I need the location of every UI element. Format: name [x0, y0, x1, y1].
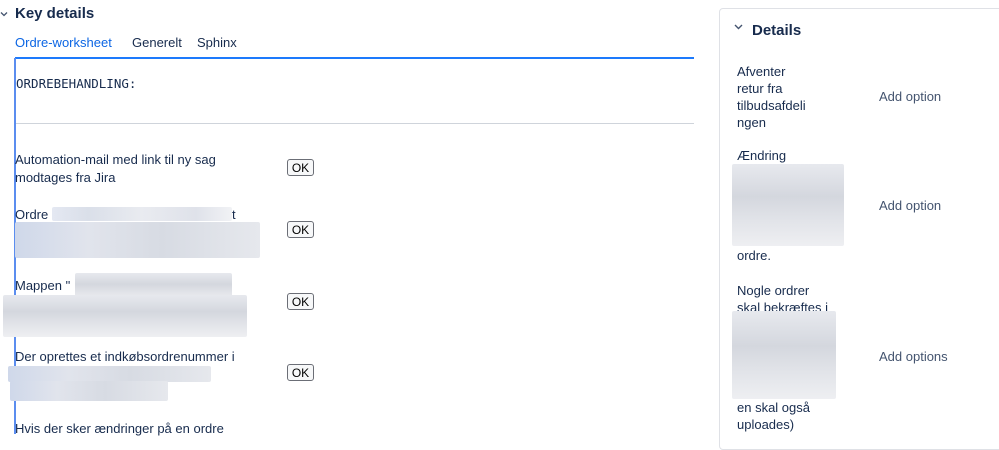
field-3-label-line: en skal også [737, 400, 810, 415]
redacted-region [10, 381, 168, 401]
row-2-ok-button[interactable]: OK [287, 221, 314, 238]
row-1-line1: Automation-mail med link til ny sag [15, 152, 216, 167]
redacted-region [732, 164, 844, 246]
redacted-region [52, 207, 232, 221]
field-2-add-option[interactable]: Add option [879, 198, 941, 213]
field-1-label-line: ngen [737, 115, 766, 130]
chevron-down-icon[interactable] [734, 22, 743, 34]
redacted-region [3, 295, 247, 337]
field-3-add-options[interactable]: Add options [879, 349, 948, 364]
details-panel: Details Afventer retur fra tilbudsafdeli… [719, 8, 999, 450]
row-1-text: Automation-mail med link til ny sag modt… [15, 151, 275, 187]
row-4-text: Der oprettes et indkøbsordrenummer i [15, 348, 275, 366]
row-5-text: Hvis der sker ændringer på en ordre [15, 420, 275, 438]
chevron-down-icon[interactable] [0, 9, 8, 19]
tab-ordre-worksheet[interactable]: Ordre-worksheet [15, 35, 112, 50]
redacted-region [732, 311, 836, 399]
row-4-line1: Der oprettes et indkøbsordrenummer i [15, 349, 235, 364]
field-1-label-line: retur fra [737, 81, 783, 96]
section-divider [16, 123, 694, 124]
field-1-label-line: tilbudsafdeli [737, 98, 806, 113]
tab-generelt[interactable]: Generelt [132, 35, 182, 50]
row-2-line1: Ordre [15, 207, 49, 222]
key-details-title: Key details [15, 5, 95, 22]
field-3-label-line: Nogle ordrer [737, 283, 810, 298]
tab-sphinx[interactable]: Sphinx [197, 35, 237, 50]
row-4-ok-button[interactable]: OK [287, 364, 314, 381]
field-3-label-bottom: en skal også uploades) [737, 399, 847, 433]
row-1-line2: modtages fra Jira [15, 170, 116, 185]
row-1-ok-button[interactable]: OK [287, 159, 314, 176]
redacted-region [8, 366, 211, 382]
field-3-label-line: uploades) [737, 417, 795, 432]
details-title: Details [752, 22, 802, 39]
row-3-line1: Mappen " [15, 278, 71, 293]
key-details-section: Key details Ordre-worksheet Generelt Sph… [0, 0, 700, 436]
section-heading: ORDREBEHANDLING: [16, 76, 137, 91]
row-3-ok-button[interactable]: OK [287, 293, 314, 310]
field-1-label: Afventer retur fra tilbudsafdeli ngen [737, 63, 827, 131]
field-2-label-bottom: ordre. [737, 248, 771, 263]
redacted-region [15, 222, 260, 258]
field-2-label-top: Ændring [737, 148, 787, 163]
field-1-label-line: Afventer [737, 64, 786, 79]
tab-underline [15, 57, 694, 59]
field-1-add-option[interactable]: Add option [879, 89, 941, 104]
